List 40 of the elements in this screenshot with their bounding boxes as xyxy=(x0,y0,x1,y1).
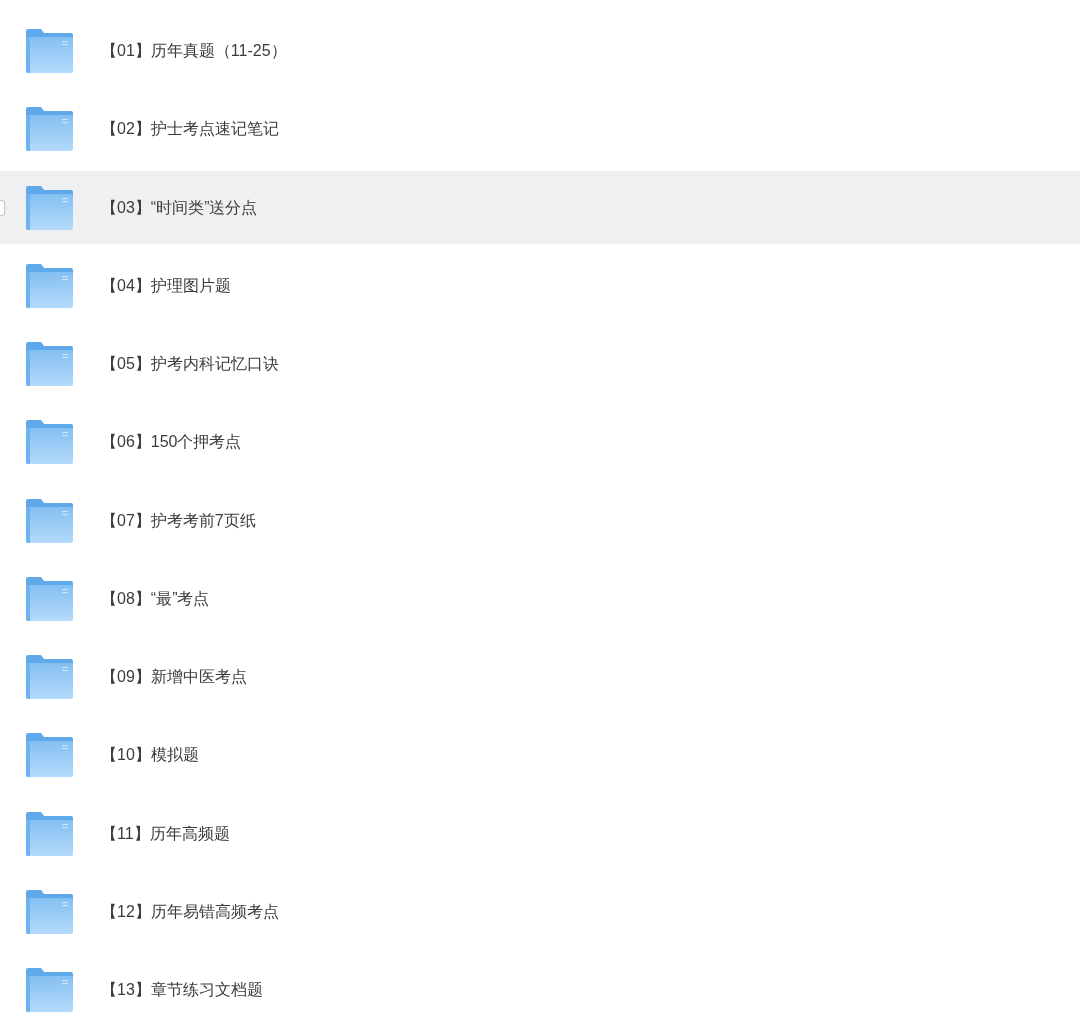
folder-row[interactable]: 【02】护士考点速记笔记 xyxy=(0,92,1080,166)
folder-row[interactable]: 【13】章节练习文档题 xyxy=(0,953,1080,1016)
folder-row[interactable]: 【06】150个押考点 xyxy=(0,405,1080,479)
folder-name: 【11】历年高频题 xyxy=(101,823,230,844)
folder-row[interactable]: 【08】“最”考点 xyxy=(0,561,1080,635)
checkbox[interactable] xyxy=(0,199,5,216)
folder-name: 【12】历年易错高频考点 xyxy=(101,901,279,922)
folder-row[interactable]: 【11】历年高频题 xyxy=(0,796,1080,870)
folder-row[interactable]: 【01】历年真题（11-25） xyxy=(0,14,1080,87)
folder-icon xyxy=(26,342,73,386)
folder-name: 【05】护考内科记忆口诀 xyxy=(101,354,279,374)
folder-row[interactable]: 【09】新增中医考点 xyxy=(0,640,1080,713)
folder-row[interactable]: 【04】护理图片题 xyxy=(0,248,1080,322)
folder-name: 【07】护考考前7页纸 xyxy=(101,510,256,531)
folder-icon xyxy=(26,733,73,778)
folder-name: 【02】护士考点速记笔记 xyxy=(101,119,279,140)
folder-name: 【08】“最”考点 xyxy=(101,588,210,609)
folder-icon xyxy=(26,498,73,543)
folder-name: 【09】新增中医考点 xyxy=(101,667,247,687)
folder-name: 【13】章节练习文档题 xyxy=(101,980,263,1000)
folder-icon xyxy=(26,185,73,230)
folder-name: 【06】150个押考点 xyxy=(101,432,242,453)
folder-name: 【03】“时间类”送分点 xyxy=(101,197,258,218)
folder-icon xyxy=(26,29,73,73)
folder-icon xyxy=(26,107,73,152)
folder-icon xyxy=(26,811,73,856)
folder-icon xyxy=(26,263,73,308)
folder-name: 【01】历年真题（11-25） xyxy=(101,41,287,61)
folder-row[interactable]: 【10】模拟题 xyxy=(0,718,1080,792)
folder-icon xyxy=(26,655,73,699)
folder-name: 【10】模拟题 xyxy=(101,745,199,766)
folder-icon xyxy=(26,420,73,465)
folder-icon xyxy=(26,889,73,934)
folder-icon xyxy=(26,968,73,1012)
folder-name: 【04】护理图片题 xyxy=(101,275,231,296)
folder-row[interactable]: 【05】护考内科记忆口诀 xyxy=(0,327,1080,400)
folder-row[interactable]: 【07】护考考前7页纸 xyxy=(0,483,1080,557)
folder-row[interactable]: 【03】“时间类”送分点 xyxy=(0,170,1080,244)
folder-row[interactable]: 【12】历年易错高频考点 xyxy=(0,874,1080,948)
folder-icon xyxy=(26,576,73,621)
